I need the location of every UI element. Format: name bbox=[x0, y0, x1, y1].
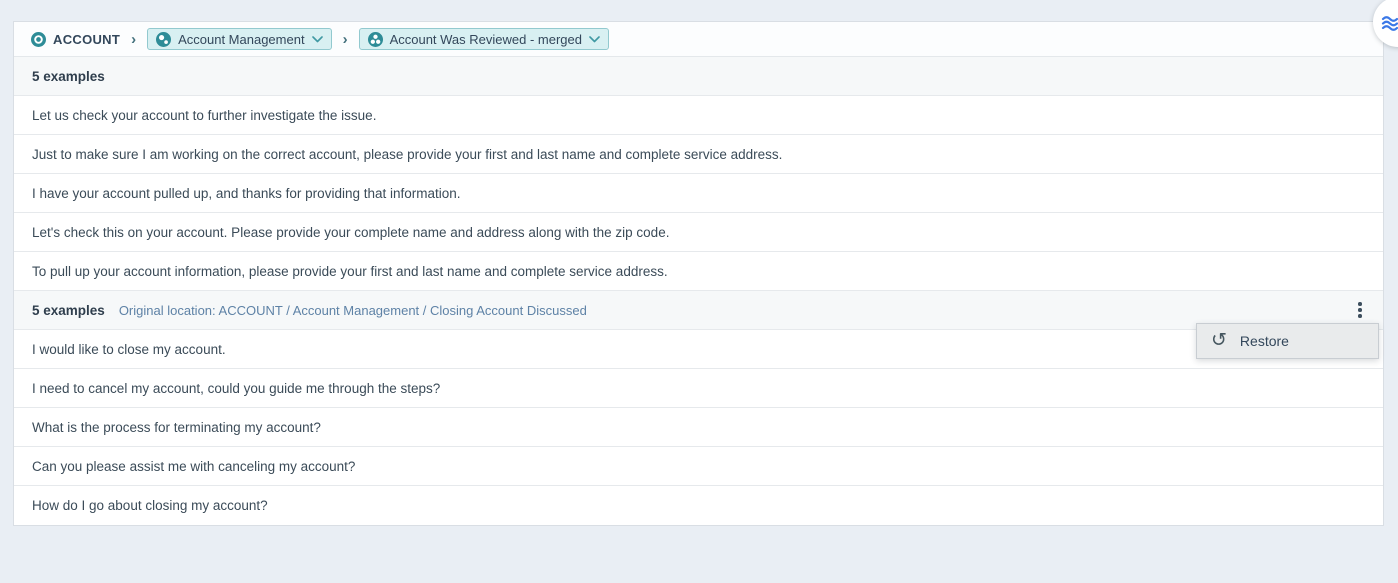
examples-panel: ACCOUNT › Account Management › bbox=[13, 21, 1384, 526]
example-row[interactable]: How do I go about closing my account? bbox=[14, 486, 1383, 525]
breadcrumb-separator: › bbox=[130, 31, 137, 48]
example-text: Let's check this on your account. Please… bbox=[32, 225, 669, 240]
example-text: Can you please assist me with canceling … bbox=[32, 459, 355, 474]
restore-label: Restore bbox=[1240, 333, 1289, 349]
breadcrumb-separator: › bbox=[342, 31, 349, 48]
example-text: Just to make sure I am working on the co… bbox=[32, 147, 782, 162]
kebab-menu-button[interactable] bbox=[1351, 298, 1369, 322]
example-text: What is the process for terminating my a… bbox=[32, 420, 321, 435]
intent-cluster-icon bbox=[156, 32, 171, 47]
chevron-down-icon bbox=[589, 36, 600, 43]
breadcrumb-chip-account-was-reviewed[interactable]: Account Was Reviewed - merged bbox=[359, 28, 609, 50]
original-location-label: Original location: ACCOUNT / Account Man… bbox=[119, 303, 587, 318]
chevron-down-icon bbox=[312, 36, 323, 43]
example-row[interactable]: Can you please assist me with canceling … bbox=[14, 447, 1383, 486]
example-text: How do I go about closing my account? bbox=[32, 498, 268, 513]
restore-menu-item[interactable]: ↺ Restore bbox=[1197, 324, 1378, 358]
example-row[interactable]: I need to cancel my account, could you g… bbox=[14, 369, 1383, 408]
example-text: I need to cancel my account, could you g… bbox=[32, 381, 440, 396]
breadcrumb-chip-label: Account Was Reviewed - merged bbox=[390, 32, 582, 47]
example-row[interactable]: To pull up your account information, ple… bbox=[14, 252, 1383, 291]
restore-icon: ↺ bbox=[1211, 331, 1227, 350]
example-row[interactable]: What is the process for terminating my a… bbox=[14, 408, 1383, 447]
example-row[interactable]: Let us check your account to further inv… bbox=[14, 96, 1383, 135]
example-text: I have your account pulled up, and thank… bbox=[32, 186, 461, 201]
example-row[interactable]: Let's check this on your account. Please… bbox=[14, 213, 1383, 252]
example-row[interactable]: I would like to close my account. bbox=[14, 330, 1383, 369]
example-row[interactable]: Just to make sure I am working on the co… bbox=[14, 135, 1383, 174]
layers-icon bbox=[1378, 10, 1398, 34]
group-header: 5 examples bbox=[14, 57, 1383, 96]
intent-merged-cluster-icon bbox=[368, 32, 383, 47]
example-text: Let us check your account to further inv… bbox=[32, 108, 376, 123]
intent-root-icon bbox=[31, 32, 46, 47]
breadcrumb-chip-label: Account Management bbox=[178, 32, 304, 47]
group-header-merged: 5 examples Original location: ACCOUNT / … bbox=[14, 291, 1383, 330]
example-text: I would like to close my account. bbox=[32, 342, 226, 357]
breadcrumb-chip-account-management[interactable]: Account Management bbox=[147, 28, 331, 50]
breadcrumb-root-label: ACCOUNT bbox=[53, 32, 120, 47]
page: ACCOUNT › Account Management › bbox=[0, 0, 1398, 583]
breadcrumb-root-account[interactable]: ACCOUNT bbox=[31, 32, 120, 47]
context-menu: ↺ Restore bbox=[1196, 323, 1379, 359]
examples-count: 5 examples bbox=[32, 69, 105, 84]
examples-count: 5 examples bbox=[32, 303, 105, 318]
example-text: To pull up your account information, ple… bbox=[32, 264, 668, 279]
breadcrumb: ACCOUNT › Account Management › bbox=[14, 22, 1383, 57]
example-row[interactable]: I have your account pulled up, and thank… bbox=[14, 174, 1383, 213]
